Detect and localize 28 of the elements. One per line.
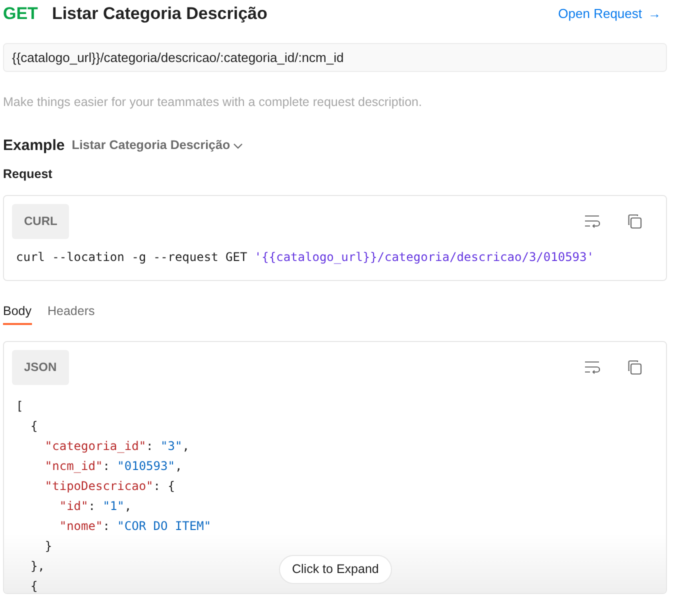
example-dropdown[interactable]: Listar Categoria Descrição — [72, 136, 244, 156]
wrap-icon[interactable] — [584, 360, 600, 374]
code-line: "categoria_id": "3", — [44, 438, 190, 455]
code-line: "tipoDescricao": { — [44, 478, 175, 494]
code-line: [ — [16, 398, 24, 414]
request-title: Listar Categoria Descrição — [52, 3, 268, 26]
method-label: GET — [3, 3, 38, 26]
code-line: curl --location -g --request GET '{{catalogo_url}}/categoria/descricao/3/010593' — [16, 248, 595, 266]
example-label: Example — [3, 136, 65, 156]
wrap-icon[interactable] — [584, 214, 600, 228]
code-line: }, — [29, 558, 45, 574]
language-button[interactable]: JSON — [12, 350, 69, 384]
url-field[interactable]: {{catalogo_url}}/categoria/descricao/:categoria_id/:ncm_id — [3, 43, 667, 72]
code-line: "ncm_id": "010593", — [44, 458, 182, 475]
request-heading: Request — [3, 166, 54, 183]
tab[interactable]: Headers — [48, 300, 95, 324]
copy-icon[interactable] — [627, 214, 642, 228]
code-line: { — [29, 578, 38, 592]
code-line: } — [44, 538, 52, 554]
code-line: "nome": "COR DO ITEM" — [58, 518, 212, 534]
code-line: "id": "1", — [58, 498, 132, 514]
tab[interactable]: Body — [3, 300, 32, 324]
copy-icon[interactable] — [627, 360, 642, 374]
chevron-down-icon — [233, 142, 244, 149]
code-line: { — [29, 418, 38, 434]
language-button[interactable]: CURL — [12, 204, 70, 238]
expand-button[interactable]: Click to Expand — [279, 554, 392, 584]
open-request-link[interactable]: Open Request → — [558, 4, 661, 24]
